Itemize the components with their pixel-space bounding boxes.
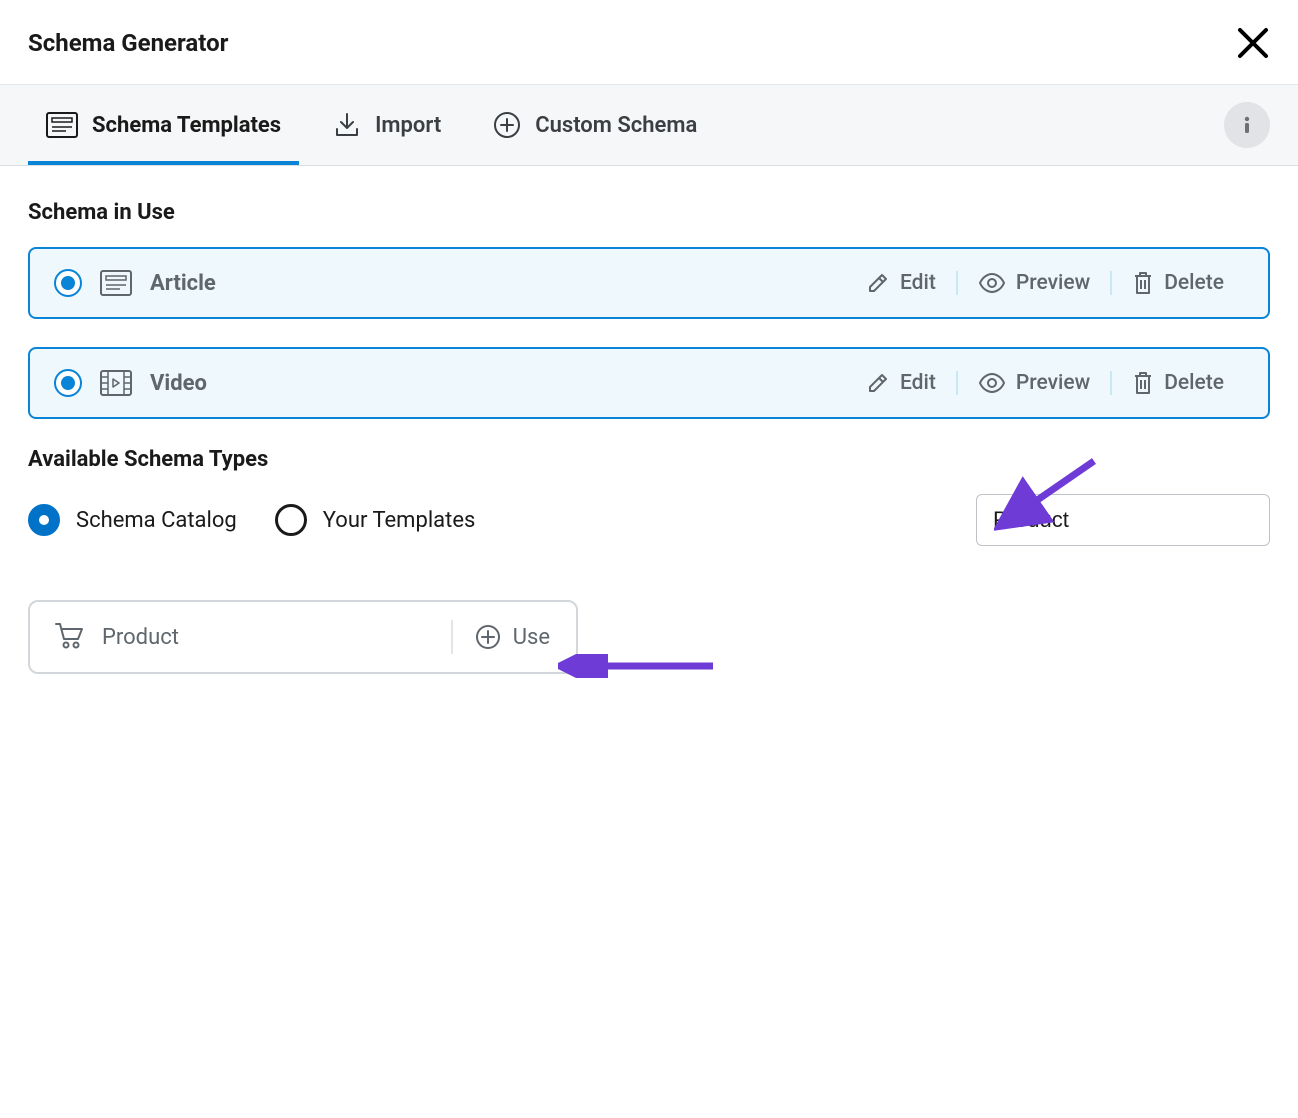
radio-schema-catalog[interactable]: Schema Catalog (28, 504, 237, 536)
edit-icon (866, 371, 890, 395)
edit-button[interactable]: Edit (846, 271, 958, 295)
radio-selected-icon (54, 369, 82, 397)
schema-search-input[interactable] (976, 494, 1270, 546)
plus-circle-icon (475, 624, 501, 650)
preview-button[interactable]: Preview (958, 271, 1112, 295)
action-label: Delete (1164, 271, 1224, 295)
radio-label: Your Templates (323, 508, 476, 533)
radio-label: Schema Catalog (76, 508, 237, 533)
import-icon (333, 111, 361, 139)
page-title: Schema Generator (28, 29, 228, 57)
use-button[interactable]: Use (451, 620, 558, 654)
tab-label: Custom Schema (535, 113, 697, 138)
eye-icon (978, 273, 1006, 293)
plus-circle-icon (493, 111, 521, 139)
tab-schema-templates[interactable]: Schema Templates (28, 86, 299, 164)
info-icon (1236, 114, 1258, 136)
radio-selected-icon (54, 269, 82, 297)
trash-icon (1132, 370, 1154, 396)
radio-your-templates[interactable]: Your Templates (275, 504, 476, 536)
tab-import[interactable]: Import (315, 85, 459, 165)
schema-name: Video (150, 371, 207, 396)
schema-result-product: Product Use (28, 600, 578, 674)
close-icon (1236, 26, 1270, 60)
schema-card-video[interactable]: Video Edit Preview Delete (28, 347, 1270, 419)
result-name: Product (102, 625, 179, 650)
info-button[interactable] (1224, 102, 1270, 148)
eye-icon (978, 373, 1006, 393)
edit-button[interactable]: Edit (846, 371, 958, 395)
annotation-arrow-icon (558, 654, 718, 678)
action-label: Edit (900, 271, 936, 295)
cart-icon (54, 621, 84, 653)
schema-card-article[interactable]: Article Edit Preview Delete (28, 247, 1270, 319)
delete-button[interactable]: Delete (1112, 370, 1244, 396)
tab-custom-schema[interactable]: Custom Schema (475, 85, 715, 165)
trash-icon (1132, 270, 1154, 296)
edit-icon (866, 271, 890, 295)
action-label: Delete (1164, 371, 1224, 395)
action-label: Preview (1016, 371, 1090, 395)
close-button[interactable] (1236, 26, 1270, 60)
action-label: Preview (1016, 271, 1090, 295)
tabs-bar: Schema Templates Import Custom Schema (0, 84, 1298, 166)
tab-label: Import (375, 113, 441, 138)
template-icon (100, 270, 132, 296)
tab-label: Schema Templates (92, 113, 281, 138)
action-label: Edit (900, 371, 936, 395)
use-label: Use (513, 625, 550, 650)
section-title-available: Available Schema Types (28, 447, 1270, 472)
section-title-in-use: Schema in Use (28, 200, 1270, 225)
template-icon (46, 112, 78, 138)
schema-name: Article (150, 271, 216, 296)
video-icon (100, 370, 132, 396)
preview-button[interactable]: Preview (958, 371, 1112, 395)
delete-button[interactable]: Delete (1112, 270, 1244, 296)
